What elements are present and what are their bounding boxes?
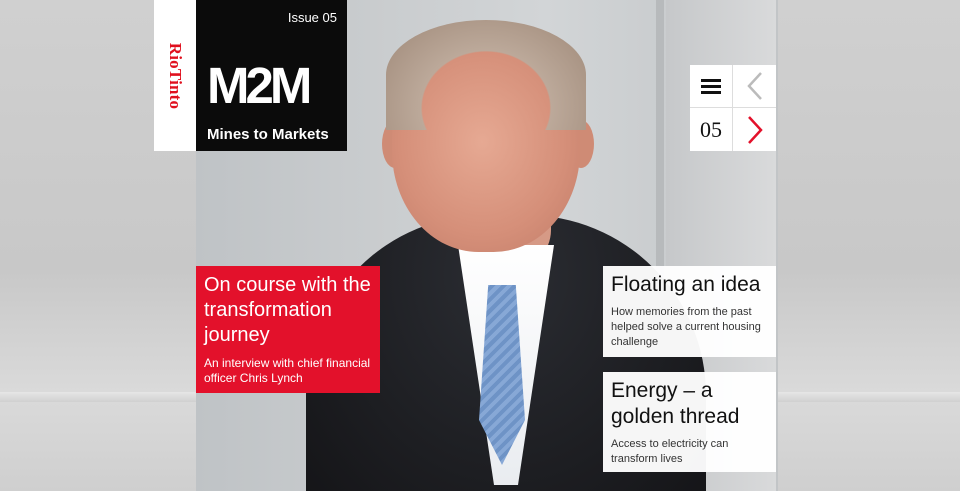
lead-story-card[interactable]: On course with the transformation journe…	[196, 266, 380, 393]
story-subtitle: How memories from the past helped solve …	[611, 306, 761, 348]
story-title: Floating an idea	[611, 273, 761, 296]
company-name: RioTinto	[166, 42, 186, 109]
previous-issue-button[interactable]	[733, 65, 776, 108]
story-title: Energy – a golden thread	[611, 379, 740, 428]
menu-button[interactable]	[690, 65, 733, 108]
story-card[interactable]: Floating an idea How memories from the p…	[603, 266, 776, 357]
next-issue-button[interactable]	[733, 108, 776, 151]
m2m-logo: M2M	[207, 57, 312, 114]
riotinto-logo[interactable]: RioTinto	[154, 0, 196, 151]
masthead[interactable]: Issue 05 M2M Mines to Markets	[196, 0, 347, 151]
chevron-left-icon	[746, 72, 762, 100]
masthead-tagline: Mines to Markets	[207, 126, 329, 143]
lead-story-subtitle: An interview with chief financial office…	[204, 356, 371, 385]
brand-strip: RioTinto	[154, 0, 196, 151]
story-card[interactable]: Energy – a golden thread Access to elect…	[603, 372, 776, 472]
magazine-cover: RioTinto Issue 05 M2M Mines to Markets 0…	[0, 0, 960, 491]
issue-number-text: 05	[700, 116, 722, 142]
photo-person-hair	[386, 20, 586, 130]
issue-label: Issue 05	[287, 10, 337, 25]
chevron-right-icon	[747, 115, 763, 144]
hamburger-menu-icon	[701, 79, 721, 94]
issue-navigation: 05	[690, 65, 776, 151]
story-subtitle: Access to electricity can transform live…	[611, 438, 729, 465]
current-issue-number: 05	[690, 108, 733, 151]
lead-story-title: On course with the transformation journe…	[204, 274, 371, 346]
